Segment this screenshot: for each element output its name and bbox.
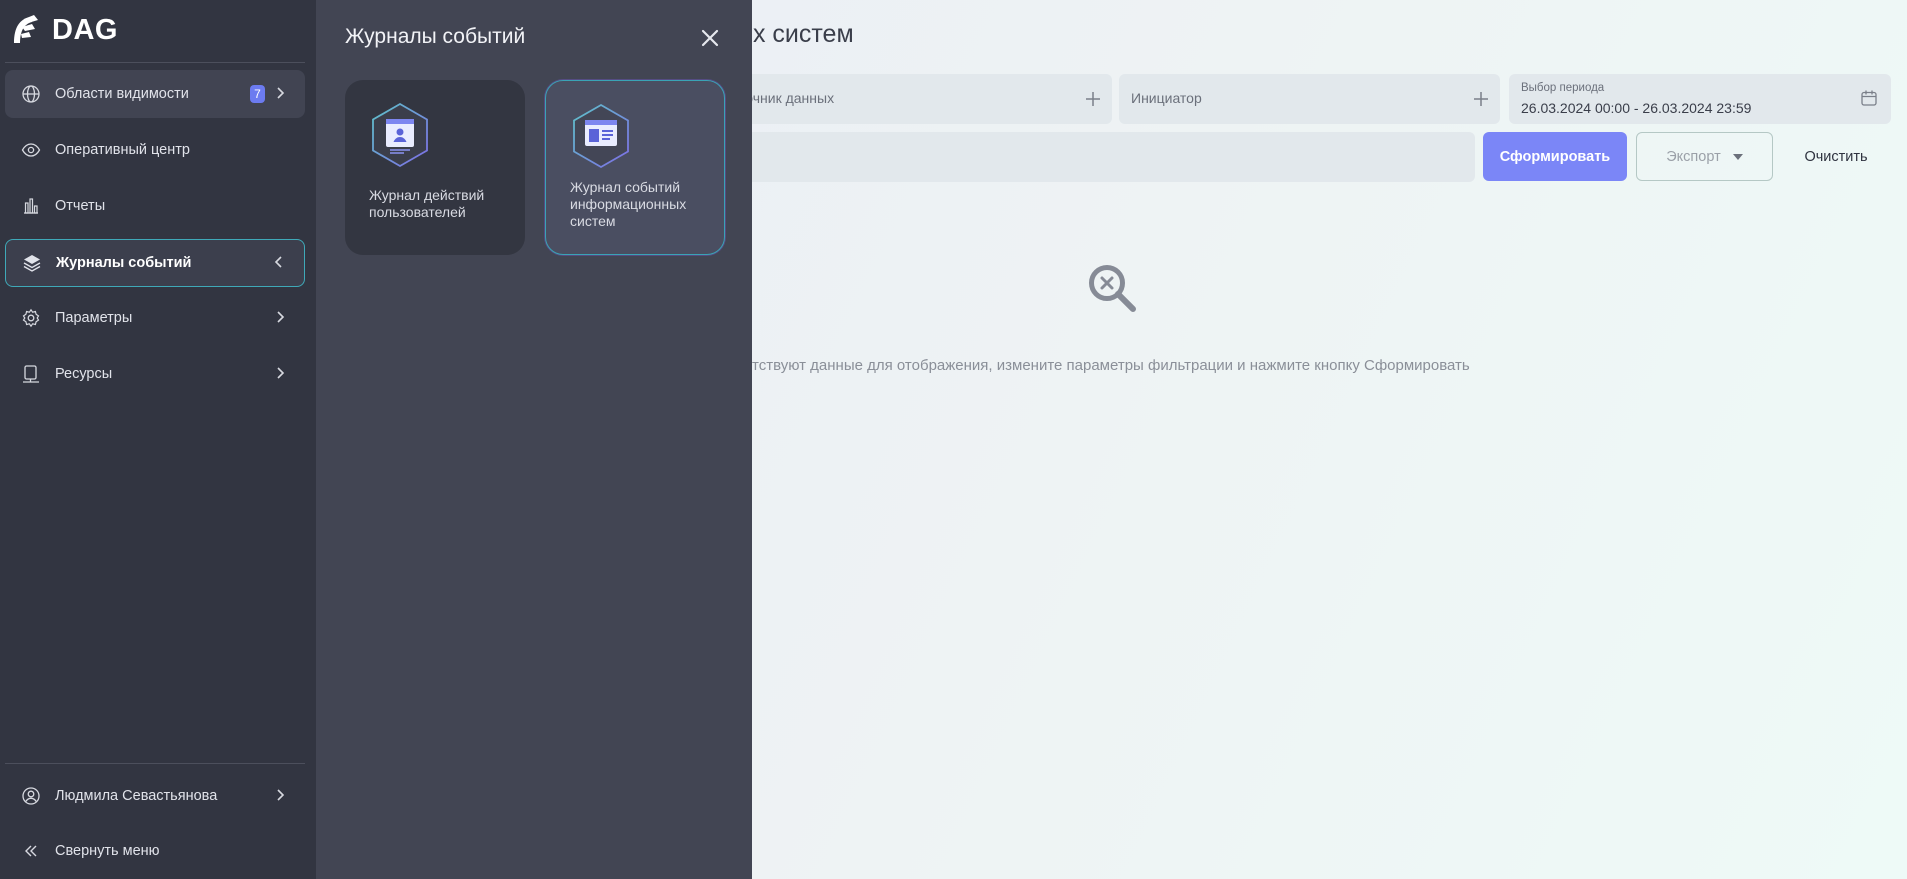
dag-logo-icon	[14, 15, 38, 43]
sidebar: DAG Области видимости 7 Оперативный цент…	[0, 0, 316, 879]
generate-button[interactable]: Сформировать	[1483, 132, 1627, 181]
clear-button[interactable]: Очистить	[1782, 132, 1890, 181]
card-user-actions-log[interactable]: Журнал действий пользователей	[345, 80, 525, 255]
monitor-icon	[19, 362, 43, 386]
chevron-right-icon	[277, 789, 285, 801]
collapse-menu-button[interactable]: Свернуть меню	[5, 827, 305, 875]
sidebar-item-resources[interactable]: Ресурсы	[5, 350, 305, 398]
source-filter-field[interactable]: сточник данных	[720, 74, 1112, 124]
export-button-label: Экспорт	[1666, 148, 1721, 165]
plus-icon[interactable]	[1084, 90, 1102, 108]
logo-text: DAG	[52, 13, 118, 46]
sidebar-item-label: Журналы событий	[56, 255, 192, 271]
chevron-right-icon	[277, 87, 285, 99]
export-button[interactable]: Экспорт	[1636, 132, 1773, 181]
chevron-right-icon	[277, 311, 285, 323]
double-chevron-left-icon	[19, 839, 43, 863]
sidebar-item-label: Параметры	[55, 310, 133, 326]
information-systems-log-icon	[573, 103, 629, 169]
flyout-title: Журналы событий	[345, 25, 526, 48]
sidebar-item-visibility-areas[interactable]: Области видимости 7	[5, 70, 305, 118]
page-title: ых систем	[735, 20, 854, 48]
empty-state-message: тствуют данные для отображения, измените…	[752, 357, 1470, 374]
period-picker-label: Выбор периода	[1521, 82, 1605, 94]
globe-icon	[19, 82, 43, 106]
sidebar-item-operations-center[interactable]: Оперативный центр	[5, 126, 305, 174]
user-avatar-icon	[19, 784, 43, 808]
sidebar-item-user-profile[interactable]: Людмила Севастьянова	[5, 772, 305, 820]
card-label: Журнал событий информационных систем	[570, 179, 687, 229]
collapse-menu-label: Свернуть меню	[55, 843, 160, 859]
additional-filter-field[interactable]	[720, 132, 1475, 182]
layers-icon	[20, 251, 44, 275]
logo[interactable]: DAG	[10, 10, 118, 50]
user-log-icon	[372, 102, 428, 168]
plus-icon[interactable]	[1472, 90, 1490, 108]
calendar-icon[interactable]	[1860, 89, 1878, 107]
sidebar-item-label: Области видимости	[55, 86, 189, 102]
card-information-systems-log[interactable]: Журнал событий информационных систем	[545, 80, 725, 255]
caret-down-icon	[1732, 153, 1743, 160]
sidebar-item-label: Оперативный центр	[55, 142, 190, 158]
bar-chart-icon	[19, 194, 43, 218]
chevron-right-icon	[277, 367, 285, 379]
event-logs-flyout: Журналы событий Журнал действий пользова…	[316, 0, 752, 879]
sidebar-item-event-logs[interactable]: Журналы событий	[5, 239, 305, 287]
initiator-filter-field[interactable]: Инициатор	[1119, 74, 1500, 124]
sidebar-divider	[5, 62, 305, 63]
period-picker-value: 26.03.2024 00:00 - 26.03.2024 23:59	[1521, 100, 1752, 116]
close-icon[interactable]	[698, 26, 722, 50]
user-name: Людмила Севастьянова	[55, 788, 218, 804]
eye-icon	[19, 138, 43, 162]
search-not-found-icon	[1089, 265, 1136, 312]
gear-icon	[19, 306, 43, 330]
card-label: Журнал действий пользователей	[369, 187, 485, 220]
count-badge: 7	[250, 85, 265, 103]
initiator-filter-placeholder: Инициатор	[1131, 90, 1202, 106]
sidebar-divider	[5, 763, 305, 764]
sidebar-item-label: Отчеты	[55, 198, 106, 214]
sidebar-item-reports[interactable]: Отчеты	[5, 182, 305, 230]
period-picker-field[interactable]: Выбор периода 26.03.2024 00:00 - 26.03.2…	[1509, 74, 1891, 124]
chevron-left-icon	[274, 256, 282, 268]
sidebar-item-parameters[interactable]: Параметры	[5, 294, 305, 342]
sidebar-item-label: Ресурсы	[55, 366, 113, 382]
